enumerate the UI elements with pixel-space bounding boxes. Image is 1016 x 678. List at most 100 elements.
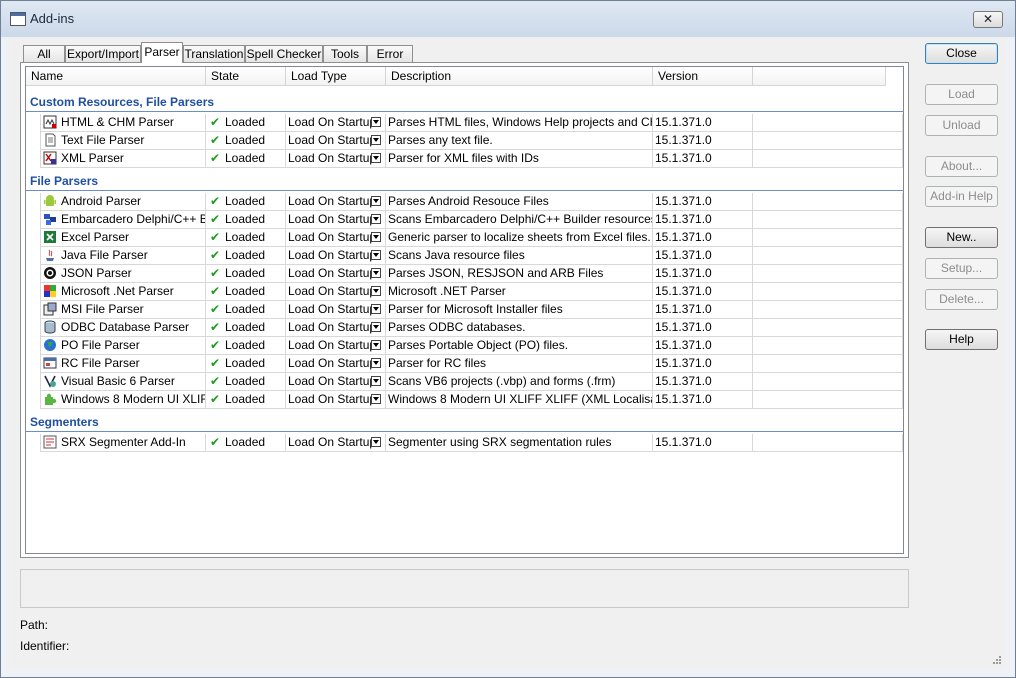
check-icon: ✔ [210, 392, 221, 406]
table-row[interactable]: Microsoft .Net Parser ✔ Loaded Load On Star… [26, 283, 903, 301]
chevron-down-icon[interactable] [371, 250, 381, 260]
delete-button[interactable]: Delete... [925, 289, 998, 310]
tab-all[interactable]: All [23, 45, 65, 62]
table-row[interactable]: JSON Parser ✔ Loaded Load On Startup Parses … [26, 265, 903, 283]
grid-header: Name State Load Type Description Version [26, 67, 903, 87]
check-icon: ✔ [210, 356, 221, 370]
help-button[interactable]: Help [925, 329, 998, 350]
column-header-load-type[interactable]: Load Type [286, 67, 386, 86]
name-cell: RC File Parser [40, 355, 206, 373]
version-cell: 15.1.371.0 [653, 193, 753, 211]
load-type-dropdown[interactable]: Load On Startup [286, 373, 386, 391]
version-cell: 15.1.371.0 [653, 355, 753, 373]
column-header-version[interactable]: Version [653, 67, 753, 86]
chevron-down-icon[interactable] [371, 232, 381, 242]
chevron-down-icon[interactable] [371, 437, 381, 447]
load-type-dropdown[interactable]: Load On Startup [286, 132, 386, 150]
load-type-dropdown[interactable]: Load On Startup [286, 150, 386, 168]
table-row[interactable]: MSI File Parser ✔ Loaded Load On Startup Par… [26, 301, 903, 319]
addin-name: HTML & CHM Parser [61, 115, 174, 129]
chevron-down-icon[interactable] [371, 153, 381, 163]
load-type-value: Load On Startup [288, 435, 377, 449]
table-row[interactable]: Android Parser ✔ Loaded Load On Startup Pars… [26, 193, 903, 211]
column-header-state[interactable]: State [206, 67, 286, 86]
description-cell: Segmenter using SRX segmentation rules [386, 434, 653, 452]
table-row[interactable]: Text File Parser ✔ Loaded Load On Startup Pa… [26, 132, 903, 150]
group-header[interactable]: Custom Resources, File Parsers [26, 93, 903, 112]
load-type-dropdown[interactable]: Load On Startup [286, 337, 386, 355]
group-header[interactable]: Segmenters [26, 413, 903, 432]
close-icon[interactable]: ✕ [973, 11, 1003, 28]
dialog-client: All Export/Import Parser Translation Spell C… [9, 37, 1006, 669]
name-cell: XML Parser [40, 150, 206, 168]
load-type-value: Load On Startup [288, 302, 377, 316]
chevron-down-icon[interactable] [371, 117, 381, 127]
load-type-dropdown[interactable]: Load On Startup [286, 114, 386, 132]
load-type-dropdown[interactable]: Load On Startup [286, 193, 386, 211]
chevron-down-icon[interactable] [371, 394, 381, 404]
filler-cell [753, 132, 903, 150]
table-row[interactable]: PO File Parser ✔ Loaded Load On Startup Pars… [26, 337, 903, 355]
table-row[interactable]: Windows 8 Modern UI XLIF... ✔ Loaded Load O… [26, 391, 903, 409]
check-icon: ✔ [210, 302, 221, 316]
chevron-down-icon[interactable] [371, 196, 381, 206]
chevron-down-icon[interactable] [371, 214, 381, 224]
table-row[interactable]: Visual Basic 6 Parser ✔ Loaded Load On Star… [26, 373, 903, 391]
chevron-down-icon[interactable] [371, 135, 381, 145]
load-type-dropdown[interactable]: Load On Startup [286, 283, 386, 301]
load-type-dropdown[interactable]: Load On Startup [286, 355, 386, 373]
chevron-down-icon[interactable] [371, 376, 381, 386]
load-type-dropdown[interactable]: Load On Startup [286, 434, 386, 452]
load-type-dropdown[interactable]: Load On Startup [286, 265, 386, 283]
state-text: Loaded [225, 302, 266, 316]
tab-translation[interactable]: Translation [183, 45, 245, 62]
addin-help-button[interactable]: Add-in Help [925, 186, 998, 207]
column-header-description[interactable]: Description [386, 67, 653, 86]
table-row[interactable]: Embarcadero Delphi/C++ B... ✔ Loaded Load O… [26, 211, 903, 229]
chevron-down-icon[interactable] [371, 268, 381, 278]
chevron-down-icon[interactable] [371, 286, 381, 296]
table-row[interactable]: ODBC Database Parser ✔ Loaded Load On Start… [26, 319, 903, 337]
close-button[interactable]: Close [925, 43, 998, 64]
table-row[interactable]: SRX Segmenter Add-In ✔ Loaded Load On Start… [26, 434, 903, 452]
table-row[interactable]: RC File Parser ✔ Loaded Load On Startup Pars… [26, 355, 903, 373]
state-cell: ✔ Loaded [206, 391, 286, 409]
load-type-dropdown[interactable]: Load On Startup [286, 301, 386, 319]
addin-name: Text File Parser [61, 133, 145, 147]
tab-tools[interactable]: Tools [323, 45, 367, 62]
tab-spell-checker[interactable]: Spell Checker [245, 45, 323, 62]
check-icon: ✔ [210, 338, 221, 352]
tab-parser[interactable]: Parser [141, 42, 183, 63]
table-row[interactable]: HTML & CHM Parser ✔ Loaded Load On Startup P… [26, 114, 903, 132]
load-type-value: Load On Startup [288, 284, 377, 298]
load-type-dropdown[interactable]: Load On Startup [286, 247, 386, 265]
setup-button[interactable]: Setup... [925, 258, 998, 279]
column-header-name[interactable]: Name [26, 67, 206, 86]
about-button[interactable]: About... [925, 156, 998, 177]
chevron-down-icon[interactable] [371, 304, 381, 314]
load-button[interactable]: Load [925, 84, 998, 105]
path-label: Path: [20, 618, 49, 632]
tab-export-import[interactable]: Export/Import [65, 45, 141, 62]
name-cell: ODBC Database Parser [40, 319, 206, 337]
resize-grip-icon[interactable] [992, 655, 1002, 665]
chevron-down-icon[interactable] [371, 358, 381, 368]
version-cell: 15.1.371.0 [653, 319, 753, 337]
table-row[interactable]: Excel Parser ✔ Loaded Load On Startup Generi… [26, 229, 903, 247]
chevron-down-icon[interactable] [371, 322, 381, 332]
description-cell: Microsoft .NET Parser [386, 283, 653, 301]
unload-button[interactable]: Unload [925, 115, 998, 136]
addin-name: Excel Parser [61, 230, 130, 244]
name-cell: SRX Segmenter Add-In [40, 434, 206, 452]
load-type-dropdown[interactable]: Load On Startup [286, 391, 386, 409]
table-row[interactable]: Java File Parser ✔ Loaded Load On Startup Sc… [26, 247, 903, 265]
load-type-dropdown[interactable]: Load On Startup [286, 319, 386, 337]
table-row[interactable]: XML Parser ✔ Loaded Load On Startup Parser f… [26, 150, 903, 168]
group-header[interactable]: File Parsers [26, 172, 903, 191]
new-button[interactable]: New.. [925, 227, 998, 248]
filler-cell [753, 265, 903, 283]
chevron-down-icon[interactable] [371, 340, 381, 350]
load-type-dropdown[interactable]: Load On Startup [286, 229, 386, 247]
load-type-dropdown[interactable]: Load On Startup [286, 211, 386, 229]
tab-error-0[interactable]: Error (0) [367, 45, 413, 78]
